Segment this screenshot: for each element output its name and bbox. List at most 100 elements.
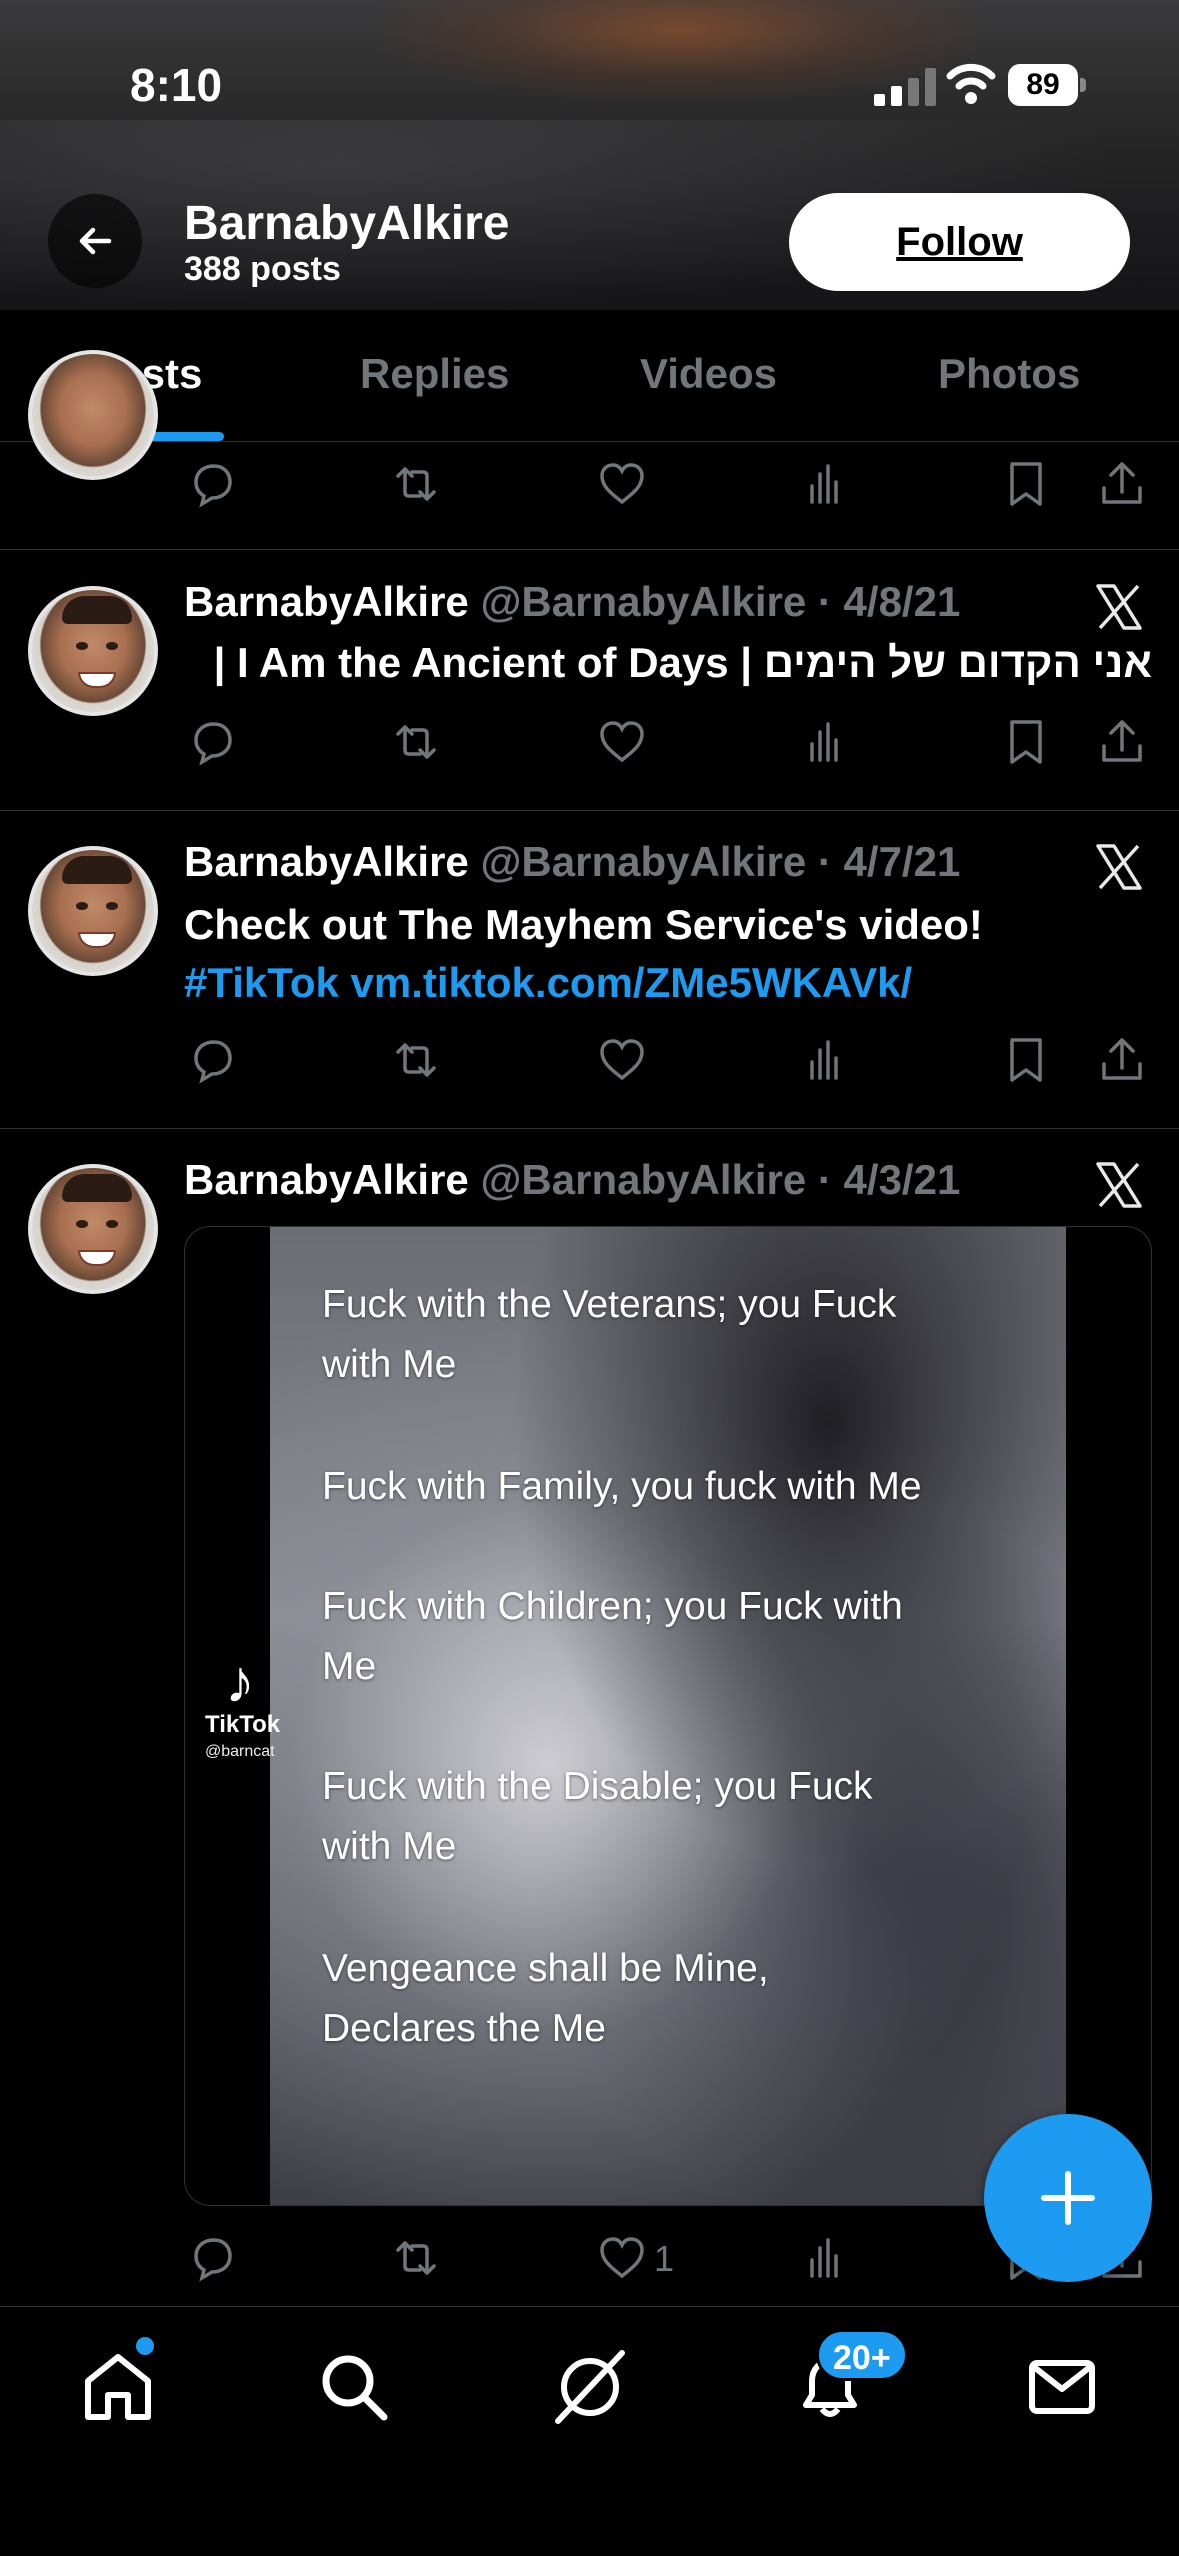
nav-messages[interactable]	[1022, 2347, 1102, 2427]
post-text: אני הקדום של הימים | I Am the Ancient of…	[213, 639, 1152, 686]
post-header: BarnabyAlkire @BarnabyAlkire · 4/3/21	[184, 1156, 960, 1204]
reply-icon	[194, 722, 232, 766]
repost-icon	[396, 467, 436, 501]
search-icon	[322, 2355, 388, 2421]
tiktok-note-icon: ♪	[225, 1648, 255, 1715]
reply-button[interactable]	[184, 1032, 240, 1088]
follow-button[interactable]: Follow	[789, 193, 1130, 291]
post-text: Check out The Mayhem Service's video! #T…	[184, 896, 1144, 1012]
bookmark-icon	[1010, 720, 1042, 764]
post-actions	[184, 456, 1144, 516]
heart-icon	[600, 463, 644, 505]
author-name[interactable]: BarnabyAlkire	[184, 838, 469, 885]
notifications-badge: 20+	[816, 2329, 908, 2381]
like-button[interactable]	[594, 456, 650, 512]
wifi-icon	[946, 60, 996, 106]
share-icon	[1102, 720, 1142, 762]
video-caption-line: with Me	[322, 1825, 457, 1868]
post-actions	[184, 714, 1144, 774]
reply-icon	[194, 464, 232, 508]
repost-button[interactable]	[388, 714, 444, 770]
repost-button[interactable]	[388, 2230, 444, 2286]
nav-grok[interactable]	[550, 2347, 630, 2427]
x-logo-icon	[1094, 842, 1144, 892]
video-caption-line: Fuck with Family, you fuck with Me	[322, 1465, 922, 1508]
views-button[interactable]	[798, 456, 854, 512]
views-button[interactable]	[798, 2230, 854, 2286]
repost-icon	[396, 1043, 436, 1077]
reply-button[interactable]	[184, 456, 240, 512]
bookmark-icon	[1010, 1038, 1042, 1082]
grok-icon	[555, 2350, 625, 2424]
analytics-icon	[810, 1040, 838, 1080]
tab-photos[interactable]: Photos	[938, 350, 1080, 398]
url-link[interactable]: vm.tiktok.com/ZMe5WKAVk/	[351, 959, 913, 1006]
share-button[interactable]	[1094, 1032, 1150, 1088]
analytics-icon	[810, 2238, 838, 2278]
video-media[interactable]: Fuck with the Veterans; you Fuck with Me…	[184, 1226, 1152, 2206]
reply-button[interactable]	[184, 714, 240, 770]
video-caption-line: Fuck with Children; you Fuck with	[322, 1585, 903, 1628]
mail-icon	[1029, 2360, 1095, 2414]
x-logo-icon	[1094, 1160, 1144, 1210]
reply-icon	[194, 2238, 232, 2282]
avatar[interactable]	[28, 350, 158, 480]
bookmark-button[interactable]	[998, 1032, 1054, 1088]
plus-icon	[1041, 2171, 1095, 2225]
author-name[interactable]: BarnabyAlkire	[184, 578, 469, 625]
video-caption-line: Fuck with the Veterans; you Fuck	[322, 1283, 897, 1326]
tab-videos[interactable]: Videos	[640, 350, 777, 398]
video-caption-line: Me	[322, 1645, 377, 1688]
like-button[interactable]	[594, 1032, 650, 1088]
like-button[interactable]	[594, 714, 650, 770]
tab-replies[interactable]: Replies	[360, 350, 509, 398]
author-handle-date[interactable]: @BarnabyAlkire · 4/7/21	[480, 838, 960, 885]
share-button[interactable]	[1094, 456, 1150, 512]
back-button[interactable]	[48, 194, 142, 288]
post-actions	[184, 1032, 1144, 1092]
home-icon	[85, 2354, 151, 2420]
author-name[interactable]: BarnabyAlkire	[184, 1156, 469, 1203]
profile-header-banner: 8:10 89 BarnabyAlkire 388 posts Follow	[0, 0, 1179, 310]
like-count[interactable]: 1	[654, 2238, 674, 2280]
author-handle-date[interactable]: @BarnabyAlkire · 4/3/21	[480, 1156, 960, 1203]
like-button[interactable]	[594, 2230, 650, 2286]
avatar[interactable]	[28, 586, 158, 716]
bottom-navigation: 20+	[0, 2306, 1179, 2556]
cellular-signal-icon	[874, 66, 938, 106]
profile-name: BarnabyAlkire	[184, 197, 510, 250]
nav-home[interactable]	[78, 2347, 158, 2427]
post-text-line: Check out The Mayhem Service's video!	[184, 901, 983, 948]
reply-button[interactable]	[184, 2230, 240, 2286]
heart-icon	[600, 2237, 644, 2279]
share-button[interactable]	[1094, 714, 1150, 770]
repost-button[interactable]	[388, 1032, 444, 1088]
status-time: 8:10	[130, 59, 223, 111]
nav-search[interactable]	[314, 2347, 394, 2427]
arrow-left-icon	[79, 227, 112, 255]
repost-button[interactable]	[388, 456, 444, 512]
video-caption-line: with Me	[322, 1343, 457, 1386]
compose-post-button[interactable]	[984, 2114, 1152, 2282]
repost-icon	[396, 2241, 436, 2275]
avatar[interactable]	[28, 846, 158, 976]
battery-level: 89	[1008, 64, 1078, 106]
video-caption-line: Fuck with the Disable; you Fuck	[322, 1765, 873, 1808]
profile-post-count: 388 posts	[184, 250, 341, 288]
video-frame: Fuck with the Veterans; you Fuck with Me…	[270, 1227, 1066, 2205]
reply-icon	[194, 1040, 232, 1084]
author-handle-date[interactable]: @BarnabyAlkire · 4/8/21	[480, 578, 960, 625]
heart-icon	[600, 1039, 644, 1081]
views-button[interactable]	[798, 1032, 854, 1088]
views-button[interactable]	[798, 714, 854, 770]
bookmark-button[interactable]	[998, 456, 1054, 512]
tiktok-watermark: ♪ TikTok @barncat	[205, 1647, 295, 1760]
home-unread-dot	[136, 2337, 154, 2355]
share-icon	[1102, 1038, 1142, 1080]
tiktok-wordmark: TikTok	[205, 1711, 281, 1738]
avatar[interactable]	[28, 1164, 158, 1294]
bookmark-button[interactable]	[998, 714, 1054, 770]
hashtag-link[interactable]: #TikTok	[184, 959, 339, 1006]
analytics-icon	[810, 464, 838, 504]
video-caption-line: Vengeance shall be Mine,	[322, 1947, 769, 1990]
